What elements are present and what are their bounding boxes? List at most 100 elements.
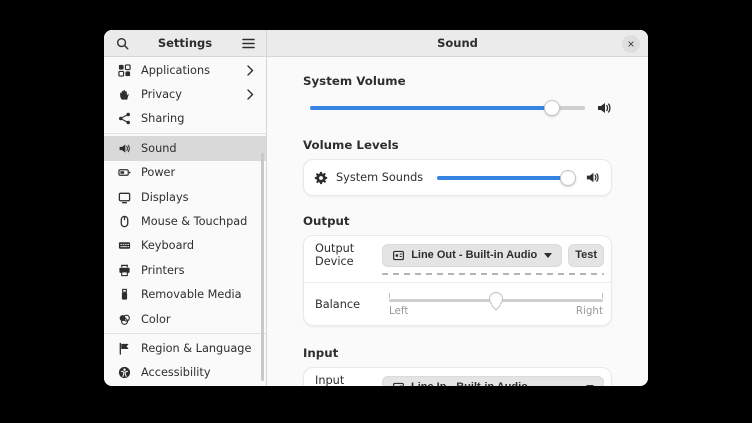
sidebar-item-keyboard[interactable]: Keyboard [104, 234, 266, 258]
system-sounds-row: System Sounds [304, 160, 611, 195]
balance-right-label: Right [576, 305, 603, 317]
input-device-dropdown[interactable]: Line In - Built-in Audio [382, 376, 604, 387]
sidebar-item-printers[interactable]: Printers [104, 258, 266, 282]
sidebar-item-applications[interactable]: Applications [104, 58, 266, 82]
color-icon [117, 312, 132, 327]
flag-icon [117, 341, 132, 356]
sound-settings-content: System Volume Volume Levels [267, 57, 648, 386]
system-volume-row [303, 99, 612, 117]
sidebar-item-label: Power [141, 166, 256, 179]
balance-row: Balance Left Right [304, 283, 611, 325]
sidebar-separator [104, 333, 266, 334]
balance-label: Balance [315, 298, 389, 311]
input-device-value: Line In - Built-in Audio [411, 381, 580, 386]
search-icon [116, 37, 129, 50]
gear-icon [314, 171, 328, 185]
slider-handle[interactable] [560, 170, 576, 186]
volume-levels-heading: Volume Levels [303, 138, 648, 152]
sidebar-item-label: Privacy [141, 88, 247, 101]
output-device-dropdown[interactable]: Line Out - Built-in Audio [382, 244, 562, 267]
apps-grid-icon [117, 63, 132, 78]
output-heading: Output [303, 214, 648, 228]
sidebar-item-region-language[interactable]: Region & Language [104, 336, 266, 360]
input-heading: Input [303, 346, 648, 360]
sidebar-scrollbar[interactable] [261, 153, 264, 381]
slider-fill [437, 176, 568, 180]
tick-mark [602, 293, 603, 298]
test-button[interactable]: Test [568, 244, 604, 267]
sidebar-item-label: Sharing [141, 112, 256, 125]
input-card: Input Device Line In - Built-in Audio [303, 367, 612, 386]
balance-handle[interactable] [489, 292, 503, 306]
sound-panel: Sound × System Volume Volume Levels [267, 30, 648, 386]
output-device-value: Line Out - Built-in Audio [411, 249, 538, 261]
sidebar-item-label: Displays [141, 191, 256, 204]
sidebar-item-label: Mouse & Touchpad [141, 215, 256, 228]
chevron-right-icon [247, 65, 256, 76]
output-card: Output Device Line Out - Built-in Audio [303, 235, 612, 326]
input-device-label: Input Device [315, 374, 382, 386]
sidebar-title: Settings [131, 36, 239, 50]
output-level-meter [382, 273, 604, 275]
close-button[interactable]: × [622, 35, 640, 53]
sidebar-separator [104, 133, 266, 134]
audio-card-icon [392, 381, 405, 387]
audio-card-icon [392, 249, 405, 262]
mouse-icon [117, 214, 132, 229]
sidebar-item-label: Color [141, 313, 256, 326]
system-volume-slider[interactable] [310, 106, 585, 110]
speaker-volume-icon [596, 100, 612, 116]
menu-button[interactable] [239, 34, 257, 52]
balance-left-label: Left [389, 305, 408, 317]
sidebar-item-label: Printers [141, 264, 256, 277]
sidebar-item-privacy[interactable]: Privacy [104, 82, 266, 106]
sidebar-item-label: Accessibility [141, 366, 256, 379]
sidebar: Settings Applications [104, 30, 267, 386]
share-icon [117, 111, 132, 126]
balance-slider[interactable]: Left Right [389, 287, 603, 321]
page-title: Sound [275, 36, 640, 50]
settings-window: Settings Applications [104, 30, 648, 386]
chevron-right-icon [247, 89, 256, 100]
slider-handle[interactable] [544, 100, 560, 116]
speaker-icon [117, 141, 132, 156]
sidebar-item-accessibility[interactable]: Accessibility [104, 361, 266, 385]
keyboard-icon [117, 238, 132, 253]
sidebar-item-sound[interactable]: Sound [104, 136, 266, 160]
sidebar-item-removable-media[interactable]: Removable Media [104, 283, 266, 307]
sidebar-item-label: Region & Language [141, 342, 256, 355]
accessibility-icon [117, 365, 132, 380]
main-headerbar: Sound × [267, 30, 648, 57]
sidebar-item-label: Keyboard [141, 239, 256, 252]
tick-mark [389, 293, 390, 298]
hand-icon [117, 87, 132, 102]
system-volume-heading: System Volume [303, 74, 648, 88]
hamburger-menu-icon [242, 38, 255, 49]
chevron-down-icon [586, 385, 594, 387]
output-device-row: Output Device Line Out - Built-in Audio [304, 236, 611, 282]
system-sounds-slider[interactable] [437, 176, 575, 180]
sidebar-headerbar: Settings [104, 30, 266, 57]
desktop-background: Settings Applications [0, 0, 752, 423]
usb-drive-icon [117, 287, 132, 302]
sidebar-item-displays[interactable]: Displays [104, 185, 266, 209]
speaker-volume-icon [585, 170, 601, 186]
volume-levels-card: System Sounds [303, 159, 612, 196]
printer-icon [117, 263, 132, 278]
battery-icon [117, 165, 132, 180]
output-device-label: Output Device [315, 242, 382, 268]
system-sounds-label: System Sounds [336, 171, 423, 184]
slider-fill [310, 106, 552, 110]
sidebar-list: Applications Privacy [104, 57, 266, 386]
sidebar-item-sharing[interactable]: Sharing [104, 107, 266, 131]
chevron-down-icon [544, 253, 552, 258]
sidebar-item-power[interactable]: Power [104, 161, 266, 185]
sidebar-item-label: Applications [141, 64, 247, 77]
input-device-row: Input Device Line In - Built-in Audio [304, 368, 611, 386]
sidebar-item-label: Removable Media [141, 288, 256, 301]
sidebar-item-color[interactable]: Color [104, 307, 266, 331]
sidebar-item-label: Sound [141, 142, 256, 155]
monitor-icon [117, 190, 132, 205]
search-button[interactable] [113, 34, 131, 52]
sidebar-item-mouse-touchpad[interactable]: Mouse & Touchpad [104, 209, 266, 233]
